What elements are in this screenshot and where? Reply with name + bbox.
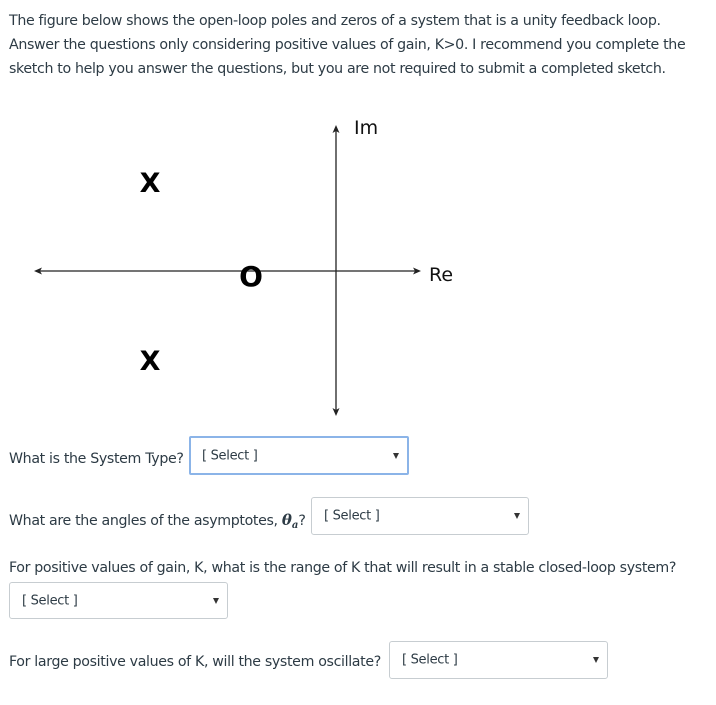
instructions-text: The figure below shows the open-loop pol… (9, 9, 709, 81)
question-mark: ? (298, 513, 306, 529)
pole-upper-marker: X (140, 168, 161, 199)
chevron-down-icon (213, 597, 219, 604)
question-asymptote-angles-text: What are the angles of the asymptotes, (9, 513, 282, 529)
system-type-select[interactable]: [ Select ] (189, 436, 409, 475)
question-stable-k-range-label: For positive values of gain, K, what is … (9, 560, 677, 576)
theta-symbol: θa (281, 511, 299, 531)
instructions-line-3: sketch to help you answer the questions,… (9, 61, 666, 77)
question-asymptote-angles-label: What are the angles of the asymptotes, θ… (9, 511, 306, 531)
real-axis-label: Re (429, 264, 453, 286)
stable-k-range-select-value: [ Select ] (22, 593, 78, 608)
asymptote-angles-select-value: [ Select ] (324, 508, 380, 524)
chevron-down-icon (514, 513, 520, 519)
system-type-select-value: [ Select ] (202, 448, 258, 463)
theta-glyph: θ (281, 511, 292, 529)
pole-zero-plot: Im Re X X O (0, 100, 470, 430)
chevron-down-icon (393, 452, 399, 459)
question-oscillate-label: For large positive values of K, will the… (9, 654, 381, 670)
question-system-type-label: What is the System Type? (9, 451, 184, 467)
oscillate-select[interactable]: [ Select ] (389, 641, 608, 679)
instructions-line-1: The figure below shows the open-loop pol… (9, 13, 661, 29)
stable-k-range-select[interactable]: [ Select ] (9, 582, 228, 619)
zero-marker: O (239, 260, 263, 293)
imag-axis-label: Im (354, 117, 378, 139)
oscillate-select-value: [ Select ] (402, 652, 458, 668)
pole-lower-marker: X (140, 346, 161, 377)
chevron-down-icon (593, 657, 599, 663)
asymptote-angles-select[interactable]: [ Select ] (311, 497, 529, 535)
pole-zero-svg: Im Re X X O (34, 117, 453, 416)
instructions-line-2: Answer the questions only considering po… (9, 37, 686, 53)
